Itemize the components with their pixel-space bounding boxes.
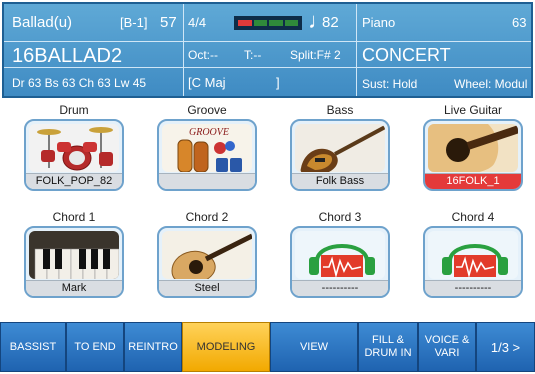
style-bank: [B-1] — [120, 15, 148, 30]
pad-label: 16FOLK_1 — [425, 173, 521, 189]
headphones-wave-icon — [428, 231, 518, 279]
modeling-button[interactable]: MODELING — [182, 322, 270, 372]
tempo-value[interactable]: 82 — [322, 14, 339, 31]
button-label: 1/3 > — [490, 339, 521, 355]
acoustic-guitar-icon — [428, 124, 518, 172]
headphones-wave-icon — [295, 231, 385, 279]
pad-drum[interactable]: Drum FOLK_POP_82 — [22, 103, 126, 193]
pad-frame[interactable]: Folk Bass — [290, 119, 390, 191]
drum-kit-icon — [29, 124, 119, 172]
pad-title: Groove — [187, 103, 227, 117]
to-end-button[interactable]: TO END — [66, 322, 124, 372]
beat-led — [269, 20, 283, 26]
divider — [356, 4, 357, 96]
button-label: MODELING — [196, 340, 256, 353]
pad-chord-3[interactable]: Chord 3 ---------- — [288, 210, 392, 300]
beat-led — [284, 20, 298, 26]
button-label: REINTRO — [128, 340, 178, 353]
beat-led — [238, 20, 252, 26]
pad-chord-2[interactable]: Chord 2 Steel — [155, 210, 259, 300]
pad-frame[interactable]: GROOVE — [157, 119, 257, 191]
voice-bank[interactable]: Piano — [362, 15, 395, 30]
pad-bass[interactable]: Bass Folk Bass — [288, 103, 392, 193]
pad-label: Mark — [26, 280, 122, 296]
pad-groove[interactable]: Groove GROOVE — [155, 103, 259, 193]
button-label: BASSIST — [9, 340, 57, 353]
wheel-mode: Wheel: Modul — [454, 77, 528, 91]
pad-label: Folk Bass — [292, 173, 388, 189]
pad-title: Chord 4 — [451, 210, 495, 224]
style-volumes: Dr 63 Bs 63 Ch 63 Lw 45 — [12, 76, 147, 90]
octave-value: Oct:-- — [188, 48, 218, 62]
pad-label: FOLK_POP_82 — [26, 173, 122, 189]
chord-display: [C Maj — [188, 75, 226, 90]
fill-drum-in-button[interactable]: FILL & DRUM IN — [358, 322, 418, 372]
pad-frame[interactable]: Mark — [24, 226, 124, 298]
page-next-button[interactable]: 1/3 > — [476, 322, 535, 372]
button-label: VOICE & — [424, 334, 470, 346]
acoustic-guitar-icon — [162, 231, 252, 279]
pad-title: Bass — [326, 103, 354, 117]
bass-guitar-icon — [295, 124, 385, 172]
tempo-indicator — [234, 16, 302, 30]
pad-title: Chord 2 — [185, 210, 229, 224]
button-label-line2: DRUM IN — [364, 347, 412, 359]
pad-title: Chord 3 — [318, 210, 362, 224]
pad-label: Steel — [159, 280, 255, 296]
pad-frame[interactable]: ---------- — [423, 226, 523, 298]
button-label-line2: VARI — [434, 347, 460, 359]
status-header: Ballad(u) [B-1] 57 16BALLAD2 Dr 63 Bs 63… — [2, 2, 533, 98]
groove-art-text: GROOVE — [189, 127, 229, 138]
bassist-button[interactable]: BASSIST — [0, 322, 66, 372]
pad-title: Chord 1 — [52, 210, 96, 224]
divider — [183, 4, 184, 96]
reintro-button[interactable]: REINTRO — [124, 322, 182, 372]
style-title[interactable]: 16BALLAD2 — [12, 45, 122, 68]
pad-live-guitar[interactable]: Live Guitar 16FOLK_1 — [421, 103, 525, 193]
voice-name[interactable]: CONCERT — [362, 45, 451, 66]
button-label: FILL & — [372, 334, 404, 346]
pad-frame[interactable]: ---------- — [290, 226, 390, 298]
chord-bracket: ] — [276, 75, 280, 90]
pad-title: Live Guitar — [443, 103, 503, 117]
transpose-value: T:-- — [244, 48, 262, 62]
button-label: VIEW — [299, 340, 329, 353]
beat-led — [253, 20, 267, 26]
pad-title: Drum — [59, 103, 89, 117]
pad-label: ---------- — [425, 280, 521, 296]
divider — [4, 41, 531, 42]
voice-number: 63 — [512, 15, 527, 30]
groove-percussion-icon: GROOVE — [162, 124, 252, 172]
pad-label: ---------- — [292, 280, 388, 296]
pad-frame[interactable]: FOLK_POP_82 — [24, 119, 124, 191]
pad-label — [159, 173, 255, 189]
time-signature: 4/4 — [188, 15, 207, 30]
piano-keys-icon — [29, 231, 119, 279]
sustain-mode: Sust: Hold — [362, 77, 418, 91]
style-number: 57 — [160, 14, 177, 31]
button-label: TO END — [74, 340, 116, 353]
pad-chord-4[interactable]: Chord 4 ---------- — [421, 210, 525, 300]
function-button-bar: BASSIST TO END REINTRO MODELING VIEW FIL… — [0, 322, 535, 372]
view-button[interactable]: VIEW — [270, 322, 358, 372]
pad-chord-1[interactable]: Chord 1 Mark — [22, 210, 126, 300]
voice-vari-button[interactable]: VOICE & VARI — [418, 322, 476, 372]
style-name[interactable]: Ballad(u) — [12, 14, 72, 31]
split-value: Split:F# 2 — [290, 48, 341, 62]
pad-frame[interactable]: Steel — [157, 226, 257, 298]
pad-frame[interactable]: 16FOLK_1 — [423, 119, 523, 191]
